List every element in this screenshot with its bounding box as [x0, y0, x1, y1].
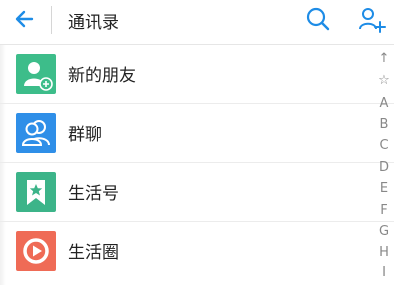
- page-title: 通讯录: [68, 13, 119, 33]
- index-item[interactable]: B: [373, 118, 394, 132]
- add-contact-icon: [16, 54, 56, 94]
- list-item-group-chat[interactable]: 群聊: [0, 104, 370, 162]
- group-chat-icon: [16, 113, 56, 153]
- list-item-life-circle[interactable]: 生活圈: [0, 222, 370, 280]
- header-divider: [51, 6, 52, 34]
- play-circle-icon: [16, 231, 56, 271]
- back-arrow-icon[interactable]: [10, 6, 40, 32]
- index-item[interactable]: ↑: [373, 52, 394, 66]
- index-item[interactable]: F: [373, 204, 394, 218]
- add-user-icon[interactable]: [356, 4, 388, 34]
- index-item[interactable]: E: [373, 182, 394, 196]
- list-item-label: 新的朋友: [68, 66, 136, 86]
- index-item[interactable]: A: [373, 97, 394, 111]
- search-icon[interactable]: [304, 5, 332, 33]
- list-item-label: 群聊: [68, 125, 102, 145]
- list-item-new-friends[interactable]: 新的朋友: [0, 45, 370, 103]
- index-item[interactable]: D: [373, 161, 394, 175]
- list-item-service-account[interactable]: 生活号: [0, 163, 370, 221]
- bookmark-star-icon: [16, 172, 56, 212]
- list-item-label: 生活圈: [68, 243, 119, 263]
- index-item[interactable]: H: [373, 246, 394, 260]
- index-item[interactable]: G: [373, 225, 394, 239]
- index-item[interactable]: I: [373, 266, 394, 280]
- index-item[interactable]: ☆: [373, 74, 394, 88]
- top-bar: 通讯录: [0, 0, 394, 44]
- list-item-label: 生活号: [68, 184, 119, 204]
- index-item[interactable]: C: [373, 139, 394, 153]
